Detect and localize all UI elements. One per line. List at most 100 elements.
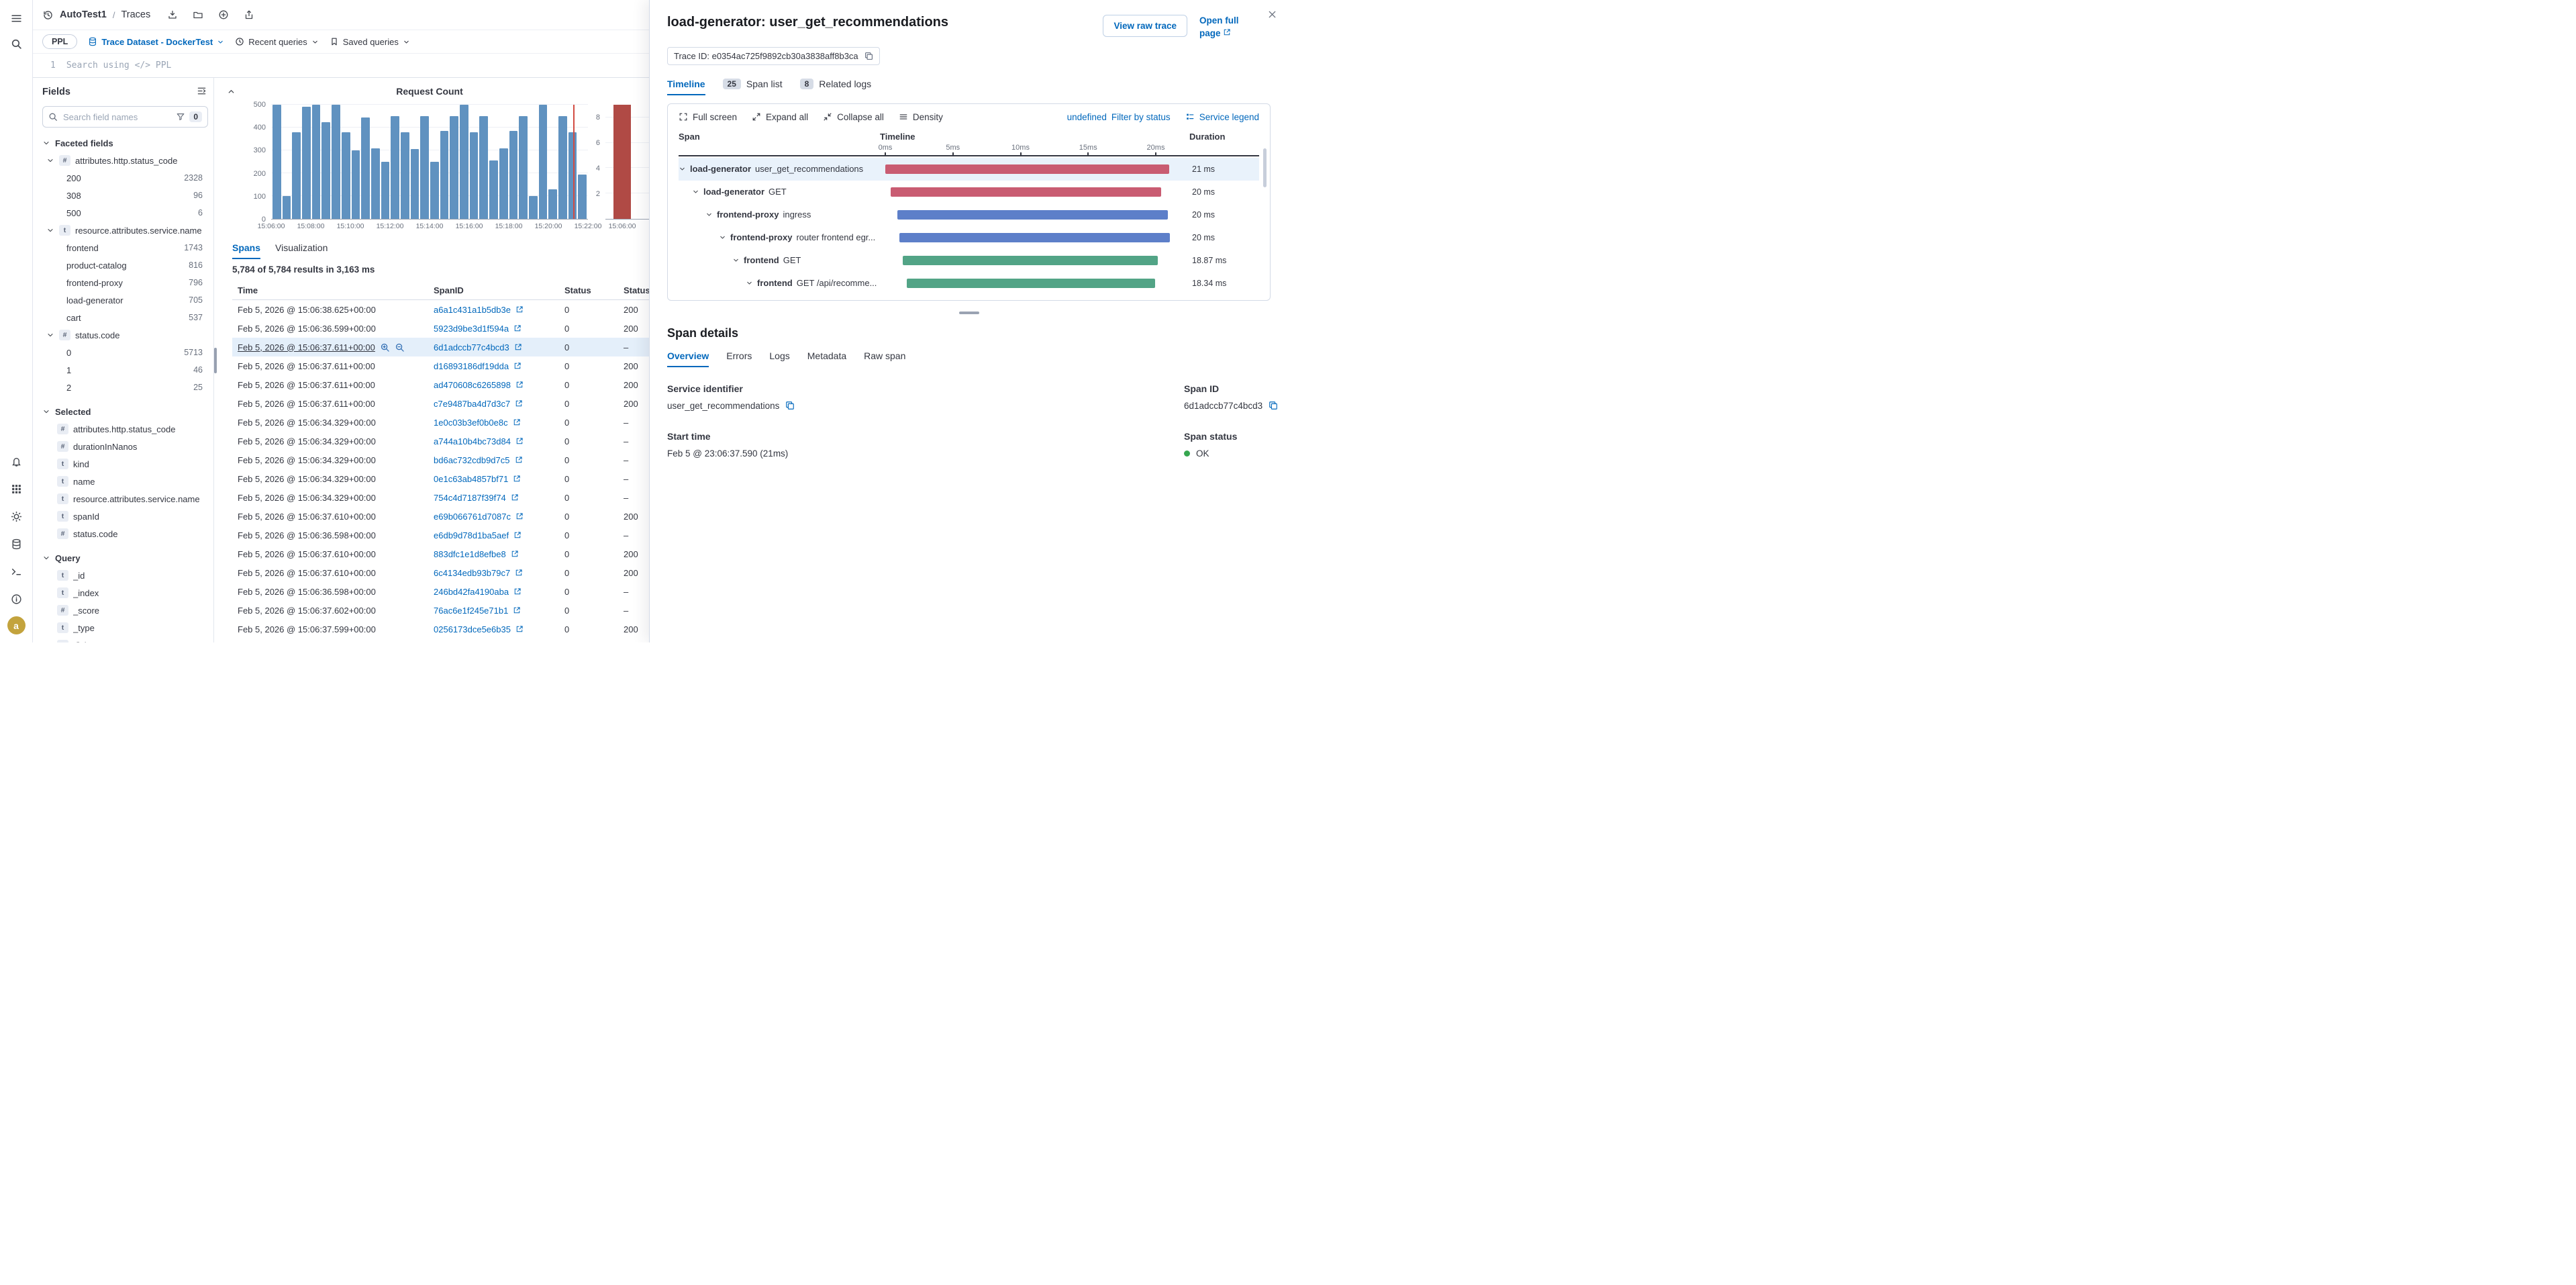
chevron-down-icon[interactable] — [692, 188, 699, 195]
field-item[interactable]: t_type — [42, 619, 208, 636]
spanid-link[interactable]: d16893186df19dda — [434, 361, 509, 371]
chevron-down-icon[interactable] — [746, 279, 753, 287]
histogram-bar[interactable] — [302, 107, 311, 219]
bell-icon[interactable] — [6, 451, 26, 471]
span-details-tab-errors[interactable]: Errors — [726, 350, 752, 367]
histogram-bar[interactable] — [460, 105, 468, 219]
histogram-bar[interactable] — [283, 196, 291, 219]
query-language-button[interactable]: PPL — [42, 34, 77, 49]
faceted-field-group[interactable]: #attributes.http.status_code — [42, 152, 208, 169]
field-item[interactable]: tresource.attributes.service.name — [42, 490, 208, 508]
field-item[interactable]: #durationInNanos — [42, 438, 208, 455]
breadcrumb-page[interactable]: Traces — [121, 9, 150, 20]
time-cell[interactable]: Feb 5, 2026 @ 15:06:36.598+00:00 — [232, 587, 434, 597]
zoom-in-icon[interactable] — [380, 342, 390, 352]
recent-queries-button[interactable]: Recent queries — [235, 37, 318, 47]
apps-grid-icon[interactable] — [6, 479, 26, 499]
spanid-link[interactable]: 76ac6e1f245e71b1 — [434, 606, 508, 616]
spanid-link[interactable]: 883dfc1e1d8efbe8 — [434, 549, 506, 559]
histogram-bar[interactable] — [430, 162, 439, 219]
gantt-row[interactable]: frontend-proxyingress20 ms — [679, 203, 1259, 226]
facet-bucket[interactable]: load-generator705 — [42, 291, 208, 309]
close-icon[interactable] — [1265, 7, 1279, 23]
histogram-bar[interactable] — [578, 175, 587, 219]
time-cell[interactable]: Feb 5, 2026 @ 15:06:37.611+00:00 — [232, 380, 434, 390]
histogram-bar[interactable] — [342, 132, 350, 219]
external-link-icon[interactable] — [513, 418, 521, 426]
menu-icon[interactable] — [6, 8, 26, 28]
facet-bucket[interactable]: 30896 — [42, 187, 208, 204]
histogram-bar[interactable] — [450, 116, 458, 219]
spanid-link[interactable]: ad470608c6265898 — [434, 380, 511, 390]
faceted-fields-section-header[interactable]: Faceted fields — [42, 134, 208, 152]
facet-bucket[interactable]: frontend1743 — [42, 239, 208, 256]
time-cell[interactable]: Feb 5, 2026 @ 15:06:34.329+00:00 — [232, 455, 434, 465]
histogram-bar[interactable] — [381, 162, 390, 219]
chevron-down-icon[interactable] — [705, 211, 713, 218]
time-cell[interactable]: Feb 5, 2026 @ 15:06:37.610+00:00 — [232, 512, 434, 522]
field-item[interactable]: tspanId — [42, 508, 208, 525]
dataset-selector[interactable]: Trace Dataset - DockerTest — [88, 37, 224, 47]
external-link-icon[interactable] — [513, 475, 521, 483]
histogram-bar[interactable] — [539, 105, 548, 219]
density-button[interactable]: Density — [899, 112, 943, 122]
field-item[interactable]: t_index — [42, 584, 208, 602]
time-cell[interactable]: Feb 5, 2026 @ 15:06:37.611+00:00 — [232, 399, 434, 409]
spanid-link[interactable]: 1e0c03b3ef0b0e8c — [434, 418, 508, 428]
external-link-icon[interactable] — [513, 531, 522, 539]
legend-button[interactable]: Service legend — [1185, 112, 1259, 122]
gantt-row[interactable]: load-generatoruser_get_recommendations21… — [679, 158, 1259, 181]
histogram-bar[interactable] — [352, 150, 360, 219]
histogram-bar[interactable] — [489, 160, 498, 219]
save-icon[interactable] — [164, 7, 181, 23]
external-link-icon[interactable] — [511, 550, 519, 558]
external-link-icon[interactable] — [513, 324, 522, 332]
column-header[interactable]: Status — [564, 285, 624, 295]
external-link-icon[interactable] — [513, 587, 522, 596]
gantt-bar[interactable] — [885, 164, 1169, 174]
gantt-row[interactable]: frontendGET18.87 ms — [679, 249, 1259, 272]
spanid-link[interactable]: 6d1adccb77c4bcd3 — [434, 342, 509, 352]
time-cell[interactable]: Feb 5, 2026 @ 15:06:36.599+00:00 — [232, 324, 434, 334]
saved-queries-button[interactable]: Saved queries — [330, 37, 410, 47]
info-icon[interactable] — [6, 589, 26, 609]
histogram-bar[interactable] — [470, 132, 479, 219]
external-link-icon[interactable] — [515, 569, 523, 577]
tab-spans[interactable]: Spans — [232, 242, 260, 259]
histogram-bar[interactable] — [558, 116, 567, 219]
avatar[interactable]: a — [7, 616, 26, 634]
copy-icon[interactable] — [864, 52, 873, 60]
histogram-bar[interactable] — [332, 105, 340, 219]
histogram-bar[interactable] — [411, 149, 419, 219]
zoom-out-icon[interactable] — [395, 342, 405, 352]
gantt-row[interactable]: load-generatorGET20 ms — [679, 181, 1259, 203]
external-link-icon[interactable] — [515, 305, 524, 314]
field-item[interactable]: #_score — [42, 602, 208, 619]
faceted-field-group[interactable]: tresource.attributes.service.name — [42, 222, 208, 239]
tab-visualization[interactable]: Visualization — [275, 242, 328, 259]
spanid-link[interactable]: 246bd42fa4190aba — [434, 587, 509, 597]
facet-bucket[interactable]: 146 — [42, 361, 208, 379]
span-details-tab-raw-span[interactable]: Raw span — [864, 350, 905, 367]
view-raw-trace-button[interactable]: View raw trace — [1103, 15, 1187, 37]
spanid-link[interactable]: 0256173dce5e6b35 — [434, 624, 511, 634]
histogram-bar[interactable] — [401, 132, 409, 219]
histogram-bar[interactable] — [519, 116, 528, 219]
histogram-bar[interactable] — [321, 122, 330, 220]
spanid-link[interactable]: e6db9d78d1ba5aef — [434, 530, 509, 540]
histogram-bar[interactable] — [529, 196, 538, 219]
time-cell[interactable]: Feb 5, 2026 @ 15:06:37.602+00:00 — [232, 606, 434, 616]
field-item[interactable]: tkind — [42, 455, 208, 473]
collapse-chart-icon[interactable] — [226, 86, 237, 99]
spanid-link[interactable]: bd6ac732cdb9d7c5 — [434, 455, 510, 465]
collapse-button[interactable]: Collapse all — [823, 112, 884, 122]
field-item[interactable]: #status.code — [42, 525, 208, 542]
gantt-row[interactable]: frontendGET /api/recomme...18.34 ms — [679, 272, 1259, 295]
error-bar[interactable] — [613, 105, 631, 219]
histogram-bar[interactable] — [361, 117, 370, 219]
external-link-icon[interactable] — [511, 493, 519, 502]
query-fields-section-header[interactable]: Query — [42, 549, 208, 567]
time-cell[interactable]: Feb 5, 2026 @ 15:06:37.610+00:00 — [232, 549, 434, 559]
field-item[interactable]: @timestamp — [42, 636, 208, 642]
copy-icon[interactable] — [1269, 401, 1278, 410]
